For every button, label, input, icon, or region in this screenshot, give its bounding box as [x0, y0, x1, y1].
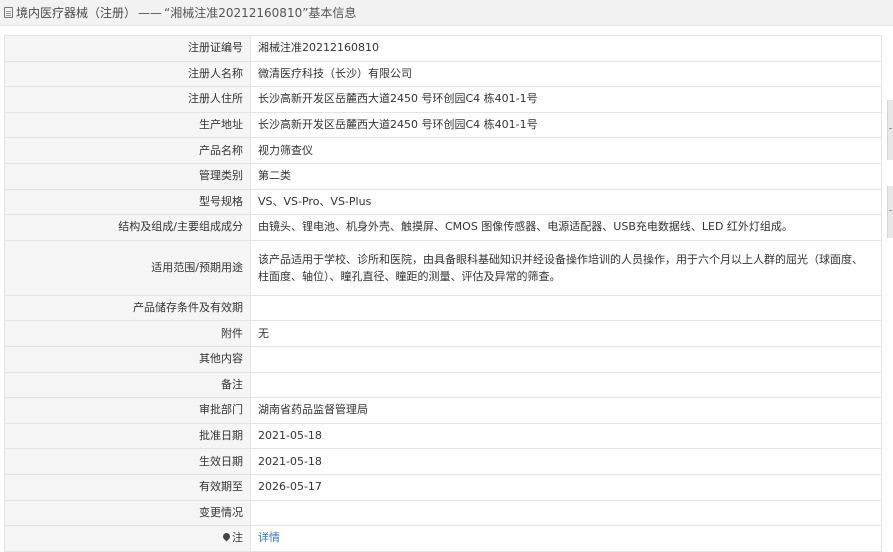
note-value-cell: 详情	[250, 525, 882, 552]
row-label: 审批部门	[4, 397, 251, 424]
row-label: 产品储存条件及有效期	[4, 294, 251, 322]
row-label: 其他内容	[4, 345, 251, 373]
info-table-container: 注册证编号 湘械注准20212160810 注册人名称 微清医疗科技（长沙）有限…	[4, 35, 882, 552]
row-label: 有效期至	[4, 473, 251, 501]
table-row: 管理类别 第二类	[4, 162, 882, 190]
table-row: 审批部门 湖南省药品监督管理局	[4, 397, 882, 424]
row-value: 2021-05-18	[250, 448, 882, 475]
details-link[interactable]: 详情	[258, 531, 280, 544]
title-separator: ——	[138, 5, 163, 20]
note-label: 注	[232, 531, 243, 545]
row-label: 生效日期	[4, 448, 251, 475]
row-value: 2021-05-18	[250, 422, 882, 450]
table-row: 注册证编号 湘械注准20212160810	[4, 35, 882, 62]
page-header: 境内医疗器械（注册） —— “湘械注准20212160810”基本信息	[0, 0, 893, 26]
table-row: 注册人名称 微清医疗科技（长沙）有限公司	[4, 60, 882, 88]
row-value: 无	[250, 320, 882, 347]
row-label: 型号规格	[4, 188, 251, 216]
row-value: 2026-05-17	[250, 473, 882, 501]
row-value: 长沙高新开发区岳麓西大道2450 号环创园C4 栋401-1号	[250, 111, 882, 139]
row-label: 生产地址	[4, 111, 251, 139]
row-value	[250, 294, 882, 322]
note-label-cell: 注	[4, 525, 251, 552]
table-row: 附件 无	[4, 320, 882, 347]
row-value	[250, 499, 882, 527]
table-row: 备注	[4, 371, 882, 399]
row-label: 注册证编号	[4, 35, 251, 62]
info-table: 注册证编号 湘械注准20212160810 注册人名称 微清医疗科技（长沙）有限…	[4, 35, 882, 552]
row-value	[250, 371, 882, 399]
row-value: 长沙高新开发区岳麓西大道2450 号环创园C4 栋401-1号	[250, 86, 882, 113]
row-label: 适用范围/预期用途	[4, 239, 251, 296]
page-title: 境内医疗器械（注册）	[16, 6, 137, 20]
table-row: 变更情况	[4, 499, 882, 527]
row-label: 产品名称	[4, 137, 251, 164]
row-value: 由镜头、锂电池、机身外壳、触摸屏、CMOS 图像传感器、电源适配器、USB充电数…	[250, 214, 882, 241]
table-row: 生效日期 2021-05-18	[4, 448, 882, 475]
page-subtitle: “湘械注准20212160810”基本信息	[164, 6, 357, 20]
row-value: 第二类	[250, 162, 882, 190]
row-value: 视力筛查仪	[250, 137, 882, 164]
table-row-note: 注 详情	[4, 525, 882, 552]
row-label: 注册人名称	[4, 60, 251, 88]
table-row: 有效期至 2026-05-17	[4, 473, 882, 501]
table-row: 产品储存条件及有效期	[4, 294, 882, 322]
side-float-tab[interactable]	[887, 100, 893, 160]
row-value: 湖南省药品监督管理局	[250, 397, 882, 424]
side-float-tab[interactable]	[887, 186, 893, 238]
table-row: 注册人住所 长沙高新开发区岳麓西大道2450 号环创园C4 栋401-1号	[4, 86, 882, 113]
table-row: 其他内容	[4, 345, 882, 373]
table-row: 批准日期 2021-05-18	[4, 422, 882, 450]
table-row: 结构及组成/主要组成成分 由镜头、锂电池、机身外壳、触摸屏、CMOS 图像传感器…	[4, 214, 882, 241]
row-value: 湘械注准20212160810	[250, 35, 882, 62]
table-row: 型号规格 VS、VS-Pro、VS-Plus	[4, 188, 882, 216]
row-label: 管理类别	[4, 162, 251, 190]
row-label: 批准日期	[4, 422, 251, 450]
row-value: 微清医疗科技（长沙）有限公司	[250, 60, 882, 88]
table-row: 产品名称 视力筛查仪	[4, 137, 882, 164]
row-label: 注册人住所	[4, 86, 251, 113]
row-label: 备注	[4, 371, 251, 399]
row-label: 变更情况	[4, 499, 251, 527]
row-label: 结构及组成/主要组成成分	[4, 214, 251, 241]
document-icon	[4, 7, 13, 18]
table-row: 生产地址 长沙高新开发区岳麓西大道2450 号环创园C4 栋401-1号	[4, 111, 882, 139]
row-value	[250, 345, 882, 373]
pin-icon	[221, 531, 232, 542]
row-value: VS、VS-Pro、VS-Plus	[250, 188, 882, 216]
row-label: 附件	[4, 320, 251, 347]
table-row: 适用范围/预期用途 该产品适用于学校、诊所和医院，由具备眼科基础知识并经设备操作…	[4, 239, 882, 296]
row-value: 该产品适用于学校、诊所和医院，由具备眼科基础知识并经设备操作培训的人员操作，用于…	[250, 239, 882, 296]
